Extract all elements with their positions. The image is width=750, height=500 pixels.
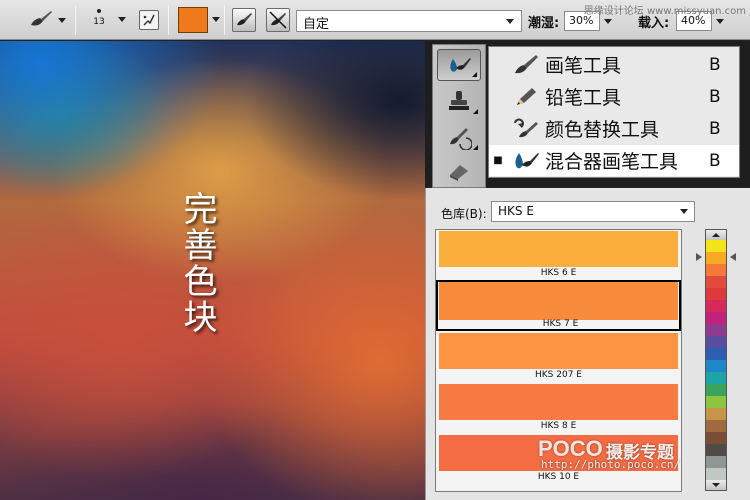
ramp-scroll-down-button[interactable] bbox=[706, 480, 726, 490]
clone-stamp-tool-button[interactable] bbox=[437, 85, 481, 117]
ramp-color-segment[interactable] bbox=[706, 408, 726, 420]
color-ramp-slider[interactable] bbox=[705, 229, 727, 491]
brush-tip-icon bbox=[97, 9, 101, 13]
ramp-color-segment[interactable] bbox=[706, 312, 726, 324]
eraser-tool-button[interactable] bbox=[437, 157, 481, 185]
swatch-color bbox=[439, 282, 678, 320]
color-book-select[interactable]: HKS E bbox=[491, 201, 695, 222]
flyout-item-shortcut: B bbox=[709, 54, 721, 75]
flyout-item-shortcut: B bbox=[709, 150, 721, 171]
flyout-item-pencil-tool[interactable]: 铅笔工具 B bbox=[489, 81, 739, 112]
color-dropdown-arrow[interactable] bbox=[212, 17, 220, 22]
ramp-color-segment[interactable] bbox=[706, 468, 726, 480]
arrow-down-icon bbox=[712, 483, 720, 487]
flyout-item-label: 颜色替换工具 bbox=[545, 119, 660, 141]
swatch-name: HKS 10 E bbox=[537, 472, 580, 482]
wet-label: 潮湿: bbox=[528, 16, 560, 31]
ramp-color-segment[interactable] bbox=[706, 252, 726, 264]
ramp-color-segment[interactable] bbox=[706, 420, 726, 432]
blend-preset-value: 自定 bbox=[303, 17, 330, 32]
mixer-brush-icon bbox=[31, 11, 52, 26]
clean-brush-button[interactable] bbox=[266, 8, 290, 32]
chevron-down-icon bbox=[680, 209, 688, 214]
forum-watermark: 思缘设计论坛 www.missyuan.com bbox=[583, 6, 746, 17]
mixer-brush-icon bbox=[450, 58, 471, 72]
flyout-item-mixer-brush-tool[interactable]: ■ 混合器画笔工具 B bbox=[489, 145, 739, 176]
flyout-indicator-icon bbox=[473, 109, 478, 114]
ramp-color-segment[interactable] bbox=[706, 300, 726, 312]
ramp-color-segment[interactable] bbox=[706, 240, 726, 252]
ramp-color-segment[interactable] bbox=[706, 456, 726, 468]
ramp-marker-right-icon bbox=[730, 253, 736, 261]
poco-url: http://photo.poco.cn/ bbox=[541, 458, 681, 471]
ramp-color-segment[interactable] bbox=[706, 432, 726, 444]
brush-panel-icon bbox=[139, 10, 159, 30]
ramp-color-segment[interactable] bbox=[706, 360, 726, 372]
swatch-color bbox=[439, 231, 678, 267]
canvas-title-text: 完善色块 bbox=[177, 191, 217, 335]
color-book-value: HKS E bbox=[498, 204, 534, 218]
ramp-segments bbox=[706, 240, 726, 480]
flyout-indicator-icon bbox=[472, 72, 477, 77]
tool-preset-picker[interactable] bbox=[24, 8, 66, 32]
flyout-item-label: 画笔工具 bbox=[545, 55, 622, 77]
swatch-name: HKS 7 E bbox=[542, 319, 579, 329]
clean-brush-icon bbox=[269, 11, 287, 29]
swatch-name: HKS 8 E bbox=[540, 421, 577, 431]
ramp-color-segment[interactable] bbox=[706, 372, 726, 384]
current-brush-color-swatch[interactable] bbox=[178, 7, 208, 33]
flyout-item-shortcut: B bbox=[709, 118, 721, 139]
swatch-color bbox=[439, 333, 678, 369]
flyout-item-label: 混合器画笔工具 bbox=[545, 151, 679, 173]
brush-size-value: 13 bbox=[93, 17, 105, 27]
flyout-item-shortcut: B bbox=[709, 86, 721, 107]
brush-dropdown-arrow[interactable] bbox=[118, 17, 126, 22]
ramp-color-segment[interactable] bbox=[706, 276, 726, 288]
flyout-indicator-icon bbox=[473, 145, 478, 150]
brush-tool-group-button[interactable] bbox=[437, 49, 481, 81]
toolbar-strip bbox=[432, 44, 486, 188]
swatch-name: HKS 6 E bbox=[540, 268, 577, 278]
brush-icon bbox=[515, 54, 538, 73]
eraser-icon bbox=[450, 165, 468, 181]
blend-preset-select[interactable]: 自定 bbox=[296, 10, 522, 32]
brush-tool-flyout-menu: 画笔工具 B 铅笔工具 B 颜色替换工具 B ■ 混合器画笔工具 B bbox=[488, 46, 740, 178]
arrow-up-icon bbox=[712, 233, 720, 237]
swatch-color bbox=[439, 384, 678, 420]
swatch-item[interactable]: HKS 8 E bbox=[436, 383, 681, 434]
pencil-icon bbox=[517, 87, 536, 105]
ramp-color-segment[interactable] bbox=[706, 444, 726, 456]
swatch-name: HKS 207 E bbox=[535, 370, 582, 380]
ramp-color-segment[interactable] bbox=[706, 396, 726, 408]
mixer-brush-icon bbox=[515, 152, 539, 168]
stamp-icon bbox=[449, 91, 469, 110]
ramp-color-segment[interactable] bbox=[706, 348, 726, 360]
ramp-color-segment[interactable] bbox=[706, 264, 726, 276]
document-canvas[interactable]: 完善色块 bbox=[0, 41, 425, 500]
ramp-color-segment[interactable] bbox=[706, 336, 726, 348]
swatch-item-selected[interactable]: HKS 7 E bbox=[436, 280, 681, 331]
ramp-color-segment[interactable] bbox=[706, 384, 726, 396]
flyout-item-color-replacement-tool[interactable]: 颜色替换工具 B bbox=[489, 113, 739, 144]
selection-bullet: ■ bbox=[493, 155, 503, 166]
ramp-color-segment[interactable] bbox=[706, 324, 726, 336]
chevron-down-icon bbox=[506, 19, 514, 24]
load-brush-button[interactable] bbox=[232, 8, 256, 32]
flyout-item-brush-tool[interactable]: 画笔工具 B bbox=[489, 49, 739, 80]
history-brush-icon bbox=[450, 128, 472, 150]
swatch-item[interactable]: HKS 6 E bbox=[436, 230, 681, 281]
history-brush-tool-button[interactable] bbox=[437, 121, 481, 153]
brush-size-picker[interactable]: 13 bbox=[88, 6, 110, 27]
color-book-label: 色库(B): bbox=[441, 207, 487, 221]
options-bar: 13 自定 潮湿: 30% 载入: 40% 思缘设计论坛 www.missyua… bbox=[0, 0, 750, 40]
brush-panel-button[interactable] bbox=[138, 9, 160, 31]
load-brush-icon bbox=[237, 13, 252, 26]
ramp-color-segment[interactable] bbox=[706, 288, 726, 300]
ramp-marker-left-icon bbox=[696, 253, 702, 261]
color-replacement-icon bbox=[514, 118, 538, 137]
flyout-item-label: 铅笔工具 bbox=[545, 87, 622, 109]
swatch-item[interactable]: HKS 207 E bbox=[436, 332, 681, 383]
ramp-scroll-up-button[interactable] bbox=[706, 230, 726, 240]
